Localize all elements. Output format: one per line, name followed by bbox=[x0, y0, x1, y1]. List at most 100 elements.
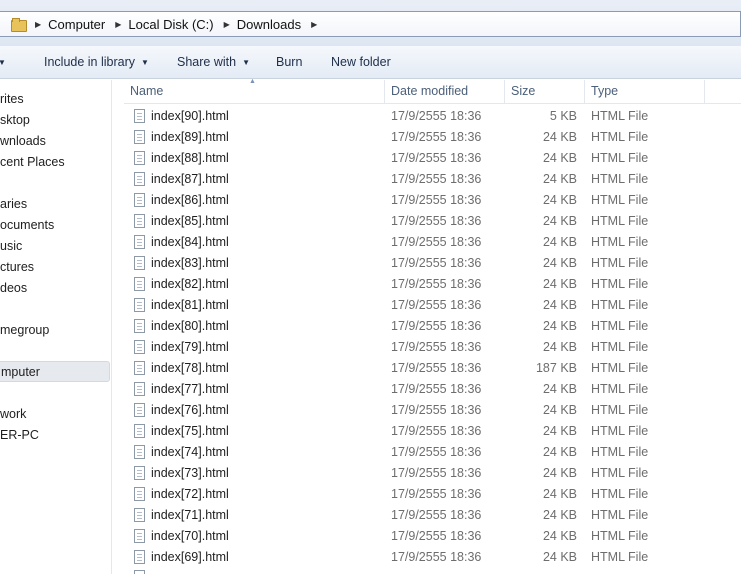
file-row[interactable]: index[83].html 17/9/2555 18:36 24 KB HTML F… bbox=[124, 253, 741, 274]
file-size: 24 KB bbox=[542, 445, 577, 459]
column-header-date-modified[interactable]: Date modified bbox=[391, 84, 468, 98]
nav-item-desktop[interactable]: sktop bbox=[0, 110, 30, 131]
html-file-icon bbox=[134, 277, 145, 291]
file-row[interactable]: index[76].html 17/9/2555 18:36 24 KB HTML F… bbox=[124, 400, 741, 421]
html-file-icon bbox=[134, 487, 145, 501]
chevron-right-icon[interactable]: ▶ bbox=[224, 20, 230, 29]
folder-icon bbox=[11, 18, 27, 32]
html-file-icon bbox=[134, 570, 145, 574]
address-bar[interactable]: ▶ Computer ▶ Local Disk (C:) ▶ Downloads… bbox=[0, 11, 741, 37]
nav-item-network[interactable]: work bbox=[0, 404, 26, 425]
column-header-type[interactable]: Type bbox=[591, 84, 618, 98]
file-type: HTML File bbox=[591, 319, 649, 333]
nav-item-recent-places[interactable]: cent Places bbox=[0, 152, 65, 173]
file-name: index[78].html bbox=[151, 361, 229, 375]
html-file-icon bbox=[134, 151, 145, 165]
file-size: 24 KB bbox=[542, 298, 577, 312]
nav-item-music[interactable]: usic bbox=[0, 236, 22, 257]
file-name: index[86].html bbox=[151, 193, 229, 207]
html-file-icon bbox=[134, 424, 145, 438]
nav-item-computer[interactable]: mputer bbox=[0, 361, 110, 382]
file-name: index[74].html bbox=[151, 445, 229, 459]
file-row[interactable]: index[82].html 17/9/2555 18:36 24 KB HTML F… bbox=[124, 274, 741, 295]
file-size: 24 KB bbox=[542, 193, 577, 207]
file-row[interactable]: index[81].html 17/9/2555 18:36 24 KB HTML F… bbox=[124, 295, 741, 316]
file-name: index[90].html bbox=[151, 109, 229, 123]
column-header-size[interactable]: Size bbox=[511, 84, 535, 98]
column-header-row: ▲ Name Date modified Size Type bbox=[124, 78, 741, 104]
file-name: index[85].html bbox=[151, 214, 229, 228]
file-date: 17/9/2555 18:36 bbox=[391, 256, 482, 270]
file-date: 17/9/2555 18:36 bbox=[391, 382, 482, 396]
burn-button[interactable]: Burn bbox=[276, 55, 302, 69]
file-row[interactable]: index[79].html 17/9/2555 18:36 24 KB HTML F… bbox=[124, 337, 741, 358]
column-divider[interactable] bbox=[584, 80, 585, 103]
html-file-icon bbox=[134, 382, 145, 396]
file-row[interactable]: index[74].html 17/9/2555 18:36 24 KB HTML F… bbox=[124, 442, 741, 463]
file-type: HTML File bbox=[591, 109, 649, 123]
file-name: index[88].html bbox=[151, 151, 229, 165]
html-file-icon bbox=[134, 235, 145, 249]
file-row[interactable]: index[78].html 17/9/2555 18:36 187 KB HTML … bbox=[124, 358, 741, 379]
file-size: 187 KB bbox=[535, 361, 577, 375]
new-folder-button[interactable]: New folder bbox=[331, 55, 391, 69]
file-row[interactable]: index[72].html 17/9/2555 18:36 24 KB HTML F… bbox=[124, 484, 741, 505]
file-name: index[71].html bbox=[151, 508, 229, 522]
file-row[interactable]: index[69].html 17/9/2555 18:36 24 KB HTML F… bbox=[124, 547, 741, 568]
file-date: 17/9/2555 18:36 bbox=[391, 235, 482, 249]
file-type: HTML File bbox=[591, 445, 649, 459]
file-row[interactable]: index[90].html 17/9/2555 18:36 5 KB HTML Fi… bbox=[124, 106, 741, 127]
file-row[interactable]: index[73].html 17/9/2555 18:36 24 KB HTML F… bbox=[124, 463, 741, 484]
file-row[interactable]: index[89].html 17/9/2555 18:36 24 KB HTML F… bbox=[124, 127, 741, 148]
file-row[interactable]: index[88].html 17/9/2555 18:36 24 KB HTML F… bbox=[124, 148, 741, 169]
file-name: index[77].html bbox=[151, 382, 229, 396]
nav-item-homegroup[interactable]: megroup bbox=[0, 320, 49, 341]
column-divider[interactable] bbox=[704, 80, 705, 103]
share-with-button[interactable]: Share with ▼ bbox=[177, 55, 250, 69]
file-type: HTML File bbox=[591, 298, 649, 312]
file-date: 17/9/2555 18:36 bbox=[391, 403, 482, 417]
nav-item-downloads[interactable]: wnloads bbox=[0, 131, 46, 152]
file-size: 24 KB bbox=[542, 382, 577, 396]
file-type: HTML File bbox=[591, 382, 649, 396]
nav-item-libraries[interactable]: aries bbox=[0, 194, 27, 215]
file-row[interactable]: index[75].html 17/9/2555 18:36 24 KB HTML F… bbox=[124, 421, 741, 442]
file-date: 17/9/2555 18:36 bbox=[391, 298, 482, 312]
organize-dropdown-arrow-icon[interactable]: ▼ bbox=[0, 55, 6, 69]
column-header-name[interactable]: Name bbox=[130, 84, 163, 98]
chevron-right-icon[interactable]: ▶ bbox=[115, 20, 121, 29]
nav-item-pictures[interactable]: ctures bbox=[0, 257, 34, 278]
breadcrumb-computer[interactable]: Computer bbox=[48, 17, 105, 32]
nav-item-favorites[interactable]: rites bbox=[0, 89, 24, 110]
html-file-icon bbox=[134, 256, 145, 270]
file-date: 17/9/2555 18:36 bbox=[391, 319, 482, 333]
nav-item-documents[interactable]: ocuments bbox=[0, 215, 54, 236]
file-row[interactable]: index[71].html 17/9/2555 18:36 24 KB HTML F… bbox=[124, 505, 741, 526]
column-divider[interactable] bbox=[384, 80, 385, 103]
html-file-icon bbox=[134, 109, 145, 123]
nav-item-videos[interactable]: deos bbox=[0, 278, 27, 299]
file-type: HTML File bbox=[591, 235, 649, 249]
file-date: 17/9/2555 18:36 bbox=[391, 109, 482, 123]
file-row[interactable]: index[70].html 17/9/2555 18:36 24 KB HTML F… bbox=[124, 526, 741, 547]
file-row[interactable]: index[86].html 17/9/2555 18:36 24 KB HTML F… bbox=[124, 190, 741, 211]
file-row[interactable]: index[87].html 17/9/2555 18:36 24 KB HTML F… bbox=[124, 169, 741, 190]
nav-item-user-pc[interactable]: ER-PC bbox=[0, 425, 39, 446]
file-row[interactable]: index[80].html 17/9/2555 18:36 24 KB HTML F… bbox=[124, 316, 741, 337]
column-divider[interactable] bbox=[504, 80, 505, 103]
file-type: HTML File bbox=[591, 130, 649, 144]
file-row[interactable]: index[77].html 17/9/2555 18:36 24 KB HTML F… bbox=[124, 379, 741, 400]
file-type: HTML File bbox=[591, 466, 649, 480]
file-name: index[75].html bbox=[151, 424, 229, 438]
file-list: index[90].html 17/9/2555 18:36 5 KB HTML Fi… bbox=[124, 106, 741, 568]
file-row[interactable]: index[85].html 17/9/2555 18:36 24 KB HTML F… bbox=[124, 211, 741, 232]
html-file-icon bbox=[134, 319, 145, 333]
chevron-right-icon[interactable]: ▶ bbox=[311, 20, 317, 29]
breadcrumb-downloads[interactable]: Downloads bbox=[237, 17, 301, 32]
breadcrumb-local-disk[interactable]: Local Disk (C:) bbox=[128, 17, 213, 32]
include-in-library-button[interactable]: Include in library ▼ bbox=[44, 55, 149, 69]
chevron-right-icon[interactable]: ▶ bbox=[35, 20, 41, 29]
html-file-icon bbox=[134, 193, 145, 207]
file-row[interactable]: index[84].html 17/9/2555 18:36 24 KB HTML F… bbox=[124, 232, 741, 253]
dropdown-arrow-icon: ▼ bbox=[141, 58, 149, 67]
